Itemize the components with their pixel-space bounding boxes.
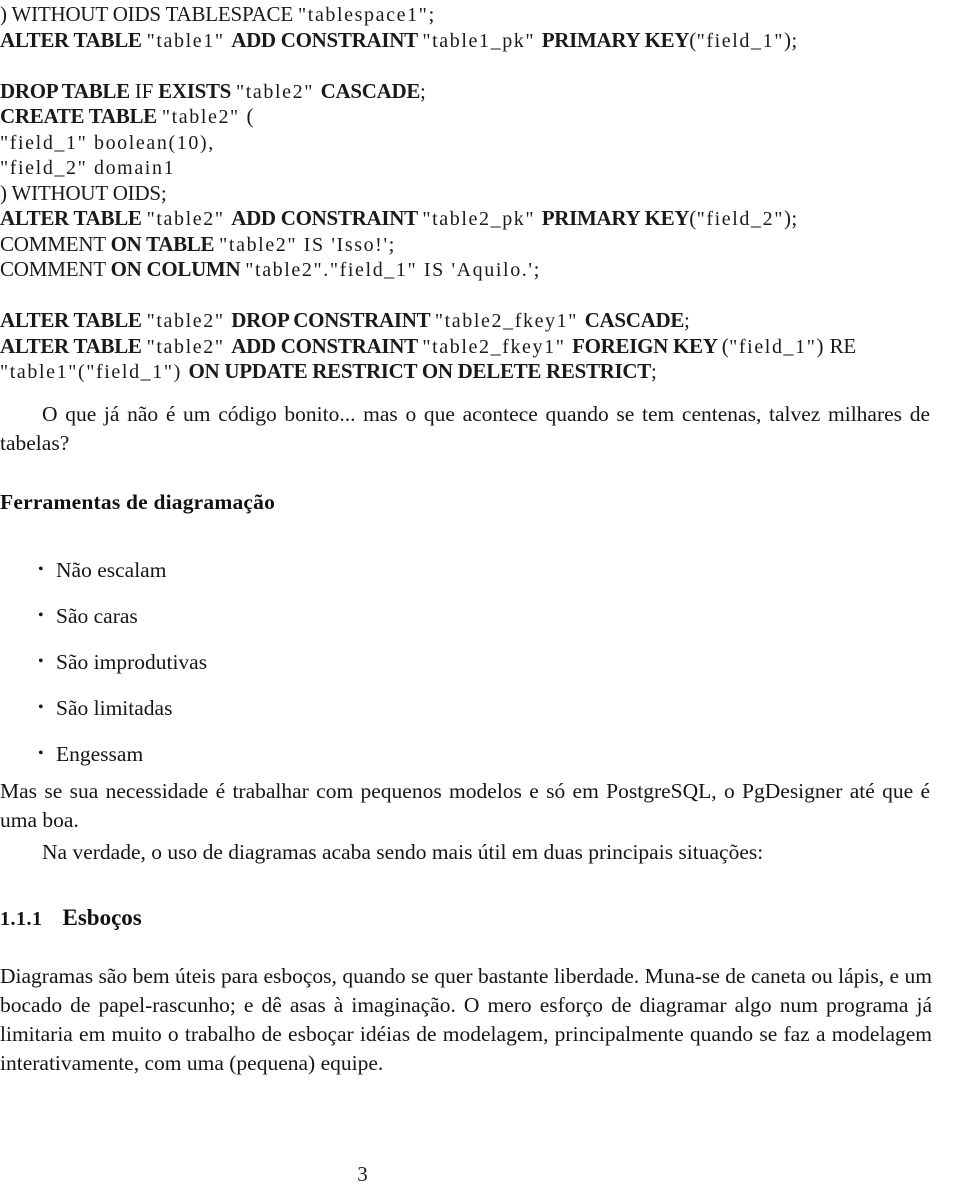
- code-token-pn: );: [784, 206, 798, 230]
- code-token-kwl: COMMENT: [0, 257, 111, 281]
- code-token-id: "table2": [236, 80, 321, 103]
- page-number: 3: [357, 1162, 368, 1186]
- code-line: "field_2" domain1: [0, 155, 960, 181]
- code-token-kw: CASCADE: [584, 308, 685, 332]
- list-item: São caras: [0, 593, 600, 639]
- code-line: ) WITHOUT OIDS TABLESPACE "tablespace1";: [0, 2, 960, 28]
- code-token-kw: DROP CONSTRAINT: [231, 308, 435, 332]
- code-line: ) WITHOUT OIDS;: [0, 181, 960, 207]
- code-line: DROP TABLE IF EXISTS "table2" CASCADE;: [0, 79, 960, 105]
- code-token-kw: ADD CONSTRAINT: [231, 206, 423, 230]
- code-token-kwl: ) WITHOUT OIDS: [0, 180, 161, 205]
- code-token-kwl: ) WITHOUT OIDS TABLESPACE: [0, 2, 299, 26]
- code-line: ALTER TABLE "table2" ADD CONSTRAINT "tab…: [0, 206, 960, 232]
- code-token-id: "field_1" boolean(10),: [0, 131, 215, 154]
- code-token-kwl: IF: [134, 78, 159, 103]
- code-line: ALTER TABLE "table2" ADD CONSTRAINT "tab…: [0, 334, 960, 360]
- code-line: "field_1" boolean(10),: [0, 130, 960, 156]
- document-page: ) WITHOUT OIDS TABLESPACE "tablespace1";…: [0, 0, 960, 1199]
- code-token-kw: CREATE TABLE: [0, 104, 162, 128]
- list-item: São limitadas: [0, 685, 600, 731]
- section-title: Esboços: [62, 905, 142, 930]
- code-token-kwl: COMMENT: [0, 231, 111, 256]
- code-token-id: "table2"."field_1" IS 'Aquilo.': [245, 259, 534, 281]
- code-token-kw: ON TABLE: [110, 231, 220, 256]
- code-token-kw: PRIMARY KEY: [541, 206, 690, 230]
- paragraph-pgdesigner: Mas se sua necessidade é trabalhar com p…: [0, 779, 930, 832]
- code-token-kw: ON COLUMN: [110, 257, 246, 281]
- code-token-id: "field_2" domain1: [0, 157, 176, 179]
- code-token-id: "field_1": [729, 335, 817, 358]
- drawbacks-list: Não escalamSão carasSão improdutivasSão …: [0, 547, 600, 777]
- code-token-kw: ON UPDATE RESTRICT ON DELETE RESTRICT: [188, 359, 652, 383]
- code-token-kw: DROP TABLE: [0, 78, 135, 103]
- code-token-pn: ;: [388, 231, 395, 256]
- code-token-id: "table2_fkey1": [422, 335, 573, 358]
- code-token-kw: PRIMARY KEY: [541, 27, 690, 52]
- code-token-id: "table2_fkey1": [434, 310, 585, 332]
- code-token-pn: ;: [651, 359, 658, 383]
- code-token-id: "table2": [146, 208, 232, 230]
- paragraph-codigo-bonito: O que já não é um código bonito... mas o…: [0, 402, 930, 455]
- code-token-id: "table2": [146, 335, 232, 358]
- code-token-id: "table1_pk": [422, 29, 542, 52]
- code-token-kw: ADD CONSTRAINT: [231, 333, 423, 358]
- code-token-pn: (: [689, 206, 697, 230]
- code-token-pn: ;: [428, 2, 435, 26]
- paragraph-na-verdade: Na verdade, o uso de diagramas acaba sen…: [42, 840, 764, 864]
- code-token-pn: );: [784, 27, 798, 52]
- code-token-id: "table2" IS 'Isso!': [219, 233, 389, 256]
- code-token-pn: ): [816, 333, 830, 358]
- code-token-id: "table1": [146, 29, 232, 52]
- code-token-kw: EXISTS: [158, 78, 236, 103]
- list-item: Não escalam: [0, 547, 600, 593]
- heading-ferramentas-de-diagramacao: Ferramentas de diagramação: [0, 490, 276, 514]
- code-token-id: "table2": [161, 106, 247, 128]
- code-token-kw: CASCADE: [320, 78, 421, 103]
- code-line: "table1"("field_1") ON UPDATE RESTRICT O…: [0, 359, 960, 385]
- code-token-pn: ;: [533, 257, 540, 281]
- code-token-pn: ;: [684, 308, 691, 332]
- code-line: COMMENT ON TABLE "table2" IS 'Isso!';: [0, 232, 960, 258]
- code-token-kw: ALTER TABLE: [0, 333, 147, 358]
- section-number: 1.1.1: [0, 908, 43, 930]
- code-token-kw: FOREIGN KEY: [572, 333, 722, 358]
- code-token-kw: ALTER TABLE: [0, 308, 147, 332]
- list-item: São improdutivas: [0, 639, 600, 685]
- code-token-id: "table2": [146, 310, 232, 332]
- code-token-pn: ;: [160, 180, 168, 205]
- list-item: Engessam: [0, 731, 600, 777]
- sql-code-listing: ) WITHOUT OIDS TABLESPACE "tablespace1";…: [0, 2, 960, 385]
- code-line: CREATE TABLE "table2" (: [0, 104, 960, 130]
- code-token-pn: (: [246, 104, 254, 128]
- code-token-kw: ALTER TABLE: [0, 27, 147, 52]
- code-token-kwl: RE: [829, 333, 857, 358]
- code-line: COMMENT ON COLUMN "table2"."field_1" IS …: [0, 257, 960, 283]
- code-token-id: "tablespace1": [298, 4, 429, 26]
- code-token-kw: ADD CONSTRAINT: [231, 27, 423, 52]
- code-token-pn: (: [689, 27, 697, 52]
- code-token-id: "table1"("field_1"): [0, 361, 189, 383]
- section-heading-esbocos: 1.1.1 Esboços: [0, 905, 142, 931]
- code-token-pn: ;: [420, 78, 427, 103]
- code-line: ALTER TABLE "table1" ADD CONSTRAINT "tab…: [0, 28, 960, 54]
- code-token-id: "field_1": [696, 29, 784, 52]
- code-token-id: "field_2": [696, 208, 784, 230]
- code-line: ALTER TABLE "table2" DROP CONSTRAINT "ta…: [0, 308, 960, 334]
- code-token-kw: ALTER TABLE: [0, 206, 147, 230]
- code-token-id: "table2_pk": [422, 208, 542, 230]
- paragraph-esbocos-body: Diagramas são bem úteis para esboços, qu…: [0, 964, 932, 1075]
